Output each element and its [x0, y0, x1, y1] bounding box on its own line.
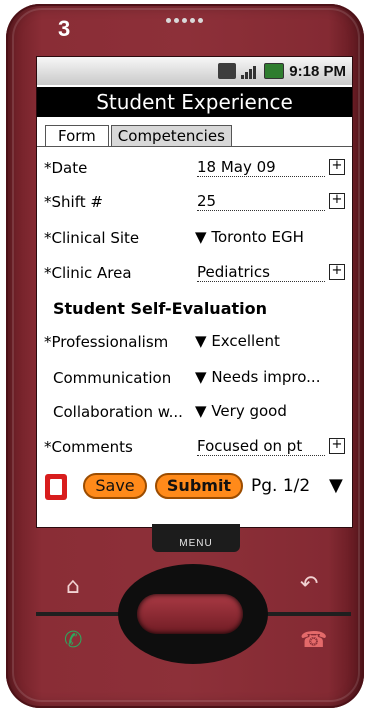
- menu-button[interactable]: MENU: [152, 524, 240, 552]
- field-communication: Communication ▼ Needs impro...: [37, 363, 352, 393]
- speaker-grille: [166, 18, 203, 23]
- chevron-down-icon: ▼: [195, 228, 207, 246]
- section-title: Student Self-Evaluation: [53, 299, 267, 318]
- page-title: Student Experience: [37, 87, 352, 117]
- chevron-down-icon: ▼: [195, 332, 207, 350]
- communication-select[interactable]: ▼ Needs impro...: [195, 368, 320, 386]
- field-label: *Comments: [44, 438, 133, 456]
- screen: 9:18 PM Student Experience Form Competen…: [36, 56, 353, 528]
- battery-icon: [264, 63, 285, 79]
- trackball[interactable]: [137, 594, 243, 634]
- field-professionalism: *Professionalism ▼ Excellent: [37, 327, 352, 357]
- clinical-site-select[interactable]: ▼ Toronto EGH: [195, 228, 304, 246]
- field-label: Communication: [53, 369, 172, 387]
- field-comments: *Comments Focused on pt +: [37, 432, 352, 462]
- field-clinical-site: *Clinical Site ▼ Toronto EGH: [37, 223, 352, 253]
- tab-bar: Form Competencies: [45, 125, 232, 147]
- plus-icon[interactable]: +: [329, 193, 345, 209]
- field-label: *Clinical Site: [44, 229, 140, 247]
- tab-divider: [37, 146, 352, 147]
- page-indicator: Pg. 1/2: [251, 476, 311, 496]
- chevron-down-icon: ▼: [195, 402, 207, 420]
- next-page-icon[interactable]: ▼: [329, 475, 343, 496]
- select-value: Very good: [211, 402, 287, 420]
- end-call-icon[interactable]: ☎: [300, 628, 327, 653]
- clinic-area-field[interactable]: Pediatrics: [197, 263, 325, 282]
- comments-field[interactable]: Focused on pt: [197, 437, 325, 456]
- plus-icon[interactable]: +: [329, 264, 345, 280]
- plus-icon[interactable]: +: [329, 159, 345, 175]
- field-label: *Professionalism: [44, 333, 169, 351]
- field-label: *Clinic Area: [44, 264, 132, 282]
- date-field[interactable]: 18 May 09: [197, 158, 325, 177]
- shift-field[interactable]: 25: [197, 192, 325, 211]
- field-collaboration: Collaboration w... ▼ Very good: [37, 397, 352, 427]
- select-value: Excellent: [211, 332, 280, 350]
- field-label: *Date: [44, 159, 88, 177]
- field-clinic-area: *Clinic Area Pediatrics +: [37, 258, 352, 288]
- select-value: Toronto EGH: [211, 228, 304, 246]
- plus-icon[interactable]: +: [329, 438, 345, 454]
- select-value: Needs impro...: [211, 368, 321, 386]
- tab-competencies[interactable]: Competencies: [110, 125, 232, 146]
- status-time: 9:18 PM: [289, 62, 346, 80]
- chevron-down-icon: ▼: [195, 368, 207, 386]
- field-label: Collaboration w...: [53, 403, 183, 421]
- submit-button[interactable]: Submit: [155, 473, 243, 499]
- call-icon[interactable]: ✆: [64, 628, 82, 653]
- sim-icon: [218, 63, 237, 79]
- field-date: *Date 18 May 09 +: [37, 153, 352, 183]
- signal-icon: [241, 63, 259, 79]
- back-icon[interactable]: ↶: [300, 572, 318, 597]
- tab-form[interactable]: Form: [45, 125, 109, 146]
- professionalism-select[interactable]: ▼ Excellent: [195, 332, 280, 350]
- action-bar: Save Submit Pg. 1/2 ▼: [37, 469, 352, 505]
- collaboration-select[interactable]: ▼ Very good: [195, 402, 287, 420]
- trash-icon[interactable]: [45, 474, 67, 500]
- home-icon[interactable]: ⌂: [66, 574, 80, 599]
- field-shift: *Shift # 25 +: [37, 187, 352, 217]
- status-bar: 9:18 PM: [37, 57, 352, 85]
- field-label: *Shift #: [44, 193, 103, 211]
- step-number: 3: [58, 16, 71, 41]
- save-button[interactable]: Save: [83, 473, 147, 499]
